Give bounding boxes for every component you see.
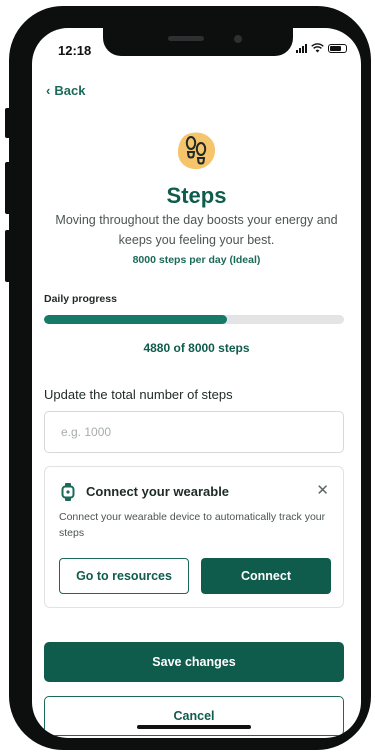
battery-icon	[328, 43, 347, 53]
chevron-left-icon: ‹	[46, 83, 51, 98]
progress-bar	[44, 315, 344, 324]
page-title: Steps	[166, 183, 227, 208]
back-label: Back	[54, 83, 86, 98]
go-to-resources-button[interactable]: Go to resources	[59, 558, 189, 594]
wearable-text: Connect your wearable device to automati…	[59, 511, 326, 539]
wifi-icon	[311, 43, 324, 53]
notch	[103, 28, 293, 56]
update-label: Update the total number of steps	[44, 387, 233, 402]
wearable-title: Connect your wearable	[86, 484, 230, 499]
front-camera	[234, 35, 242, 43]
save-changes-button[interactable]: Save changes	[44, 642, 344, 682]
ideal-target: 8000 steps per day (Ideal)	[132, 254, 261, 266]
close-icon[interactable]: ✕	[316, 481, 329, 499]
signal-icon	[296, 43, 307, 53]
status-icons	[296, 43, 347, 53]
page-description: Moving throughout the day boosts your en…	[55, 213, 338, 247]
connect-button[interactable]: Connect	[201, 558, 331, 594]
back-button[interactable]: ‹ Back	[46, 83, 85, 98]
progress-text: 4880 of 8000 steps	[143, 341, 250, 355]
watch-icon	[61, 483, 75, 501]
speaker	[168, 36, 204, 41]
home-indicator	[137, 725, 251, 729]
status-time: 12:18	[58, 43, 92, 58]
app-screen: 12:18 ‹ Back Steps Moving throughout the…	[32, 28, 361, 738]
progress-fill	[44, 315, 227, 324]
cancel-button[interactable]: Cancel	[44, 696, 344, 736]
wearable-card: Connect your wearable ✕ Connect your wea…	[44, 466, 344, 608]
steps-input[interactable]	[44, 411, 344, 453]
progress-label: Daily progress	[44, 293, 117, 305]
device-stage: 12:18 ‹ Back Steps Moving throughout the…	[0, 0, 375, 753]
footprints-icon	[177, 132, 216, 170]
